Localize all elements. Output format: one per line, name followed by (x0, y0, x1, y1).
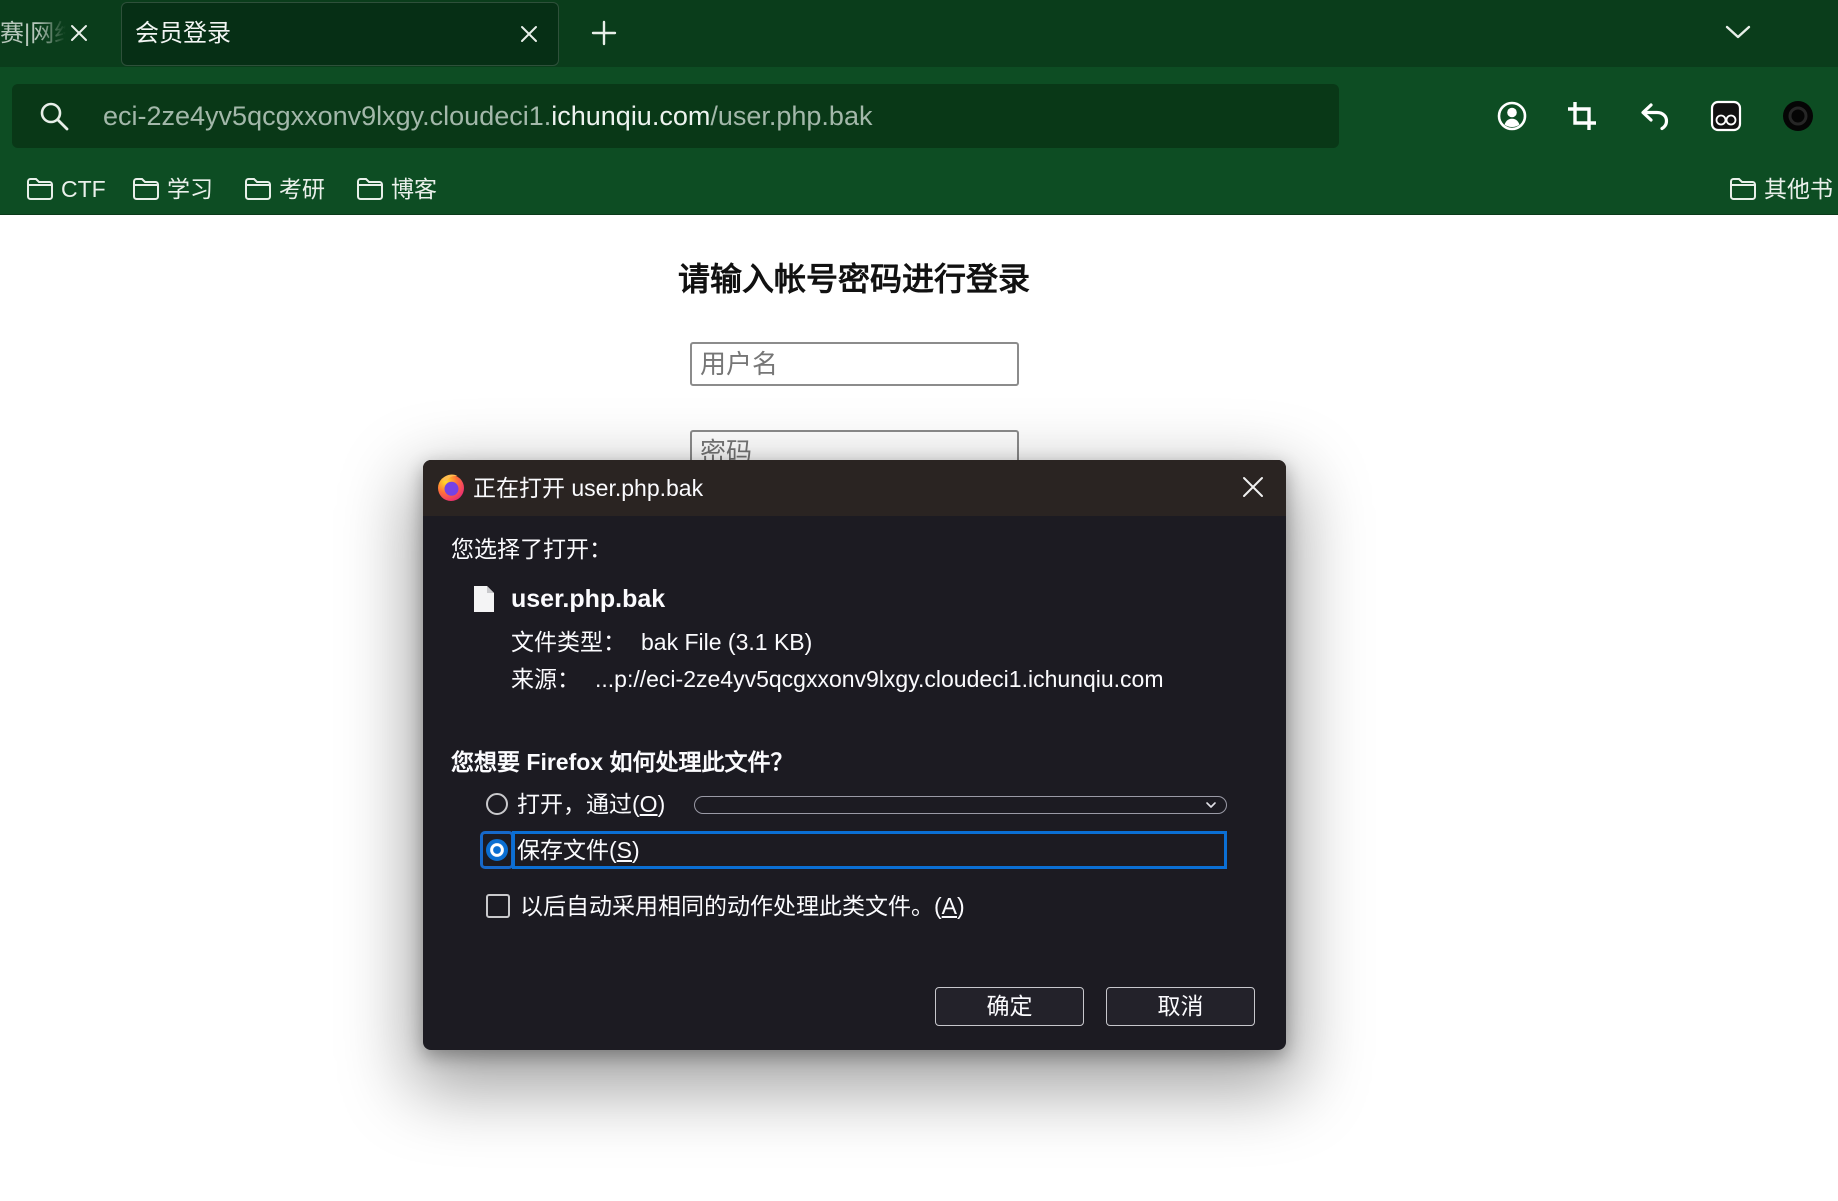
folder-icon (27, 178, 53, 200)
close-icon[interactable] (70, 24, 88, 42)
bookmark-label: 博客 (391, 176, 437, 202)
bookmarks-toolbar: CTF 学习 考研 博客 其他书 (0, 164, 1838, 215)
bookmark-folder-study[interactable]: 学习 (132, 174, 213, 204)
label-text: 以后自动采用相同的动作处理此类文件。( (520, 893, 942, 919)
dialog-intro: 您选择了打开： (451, 536, 612, 562)
dialog-question: 您想要 Firefox 如何处理此文件？ (451, 749, 794, 775)
tab-active[interactable]: 会员登录 (121, 2, 559, 66)
crop-icon[interactable] (1566, 100, 1598, 132)
tab-label: 赛|网络 (0, 20, 66, 47)
nav-toolbar: eci-2ze4yv5qcgxxonv9lxgy.cloudeci1.ichun… (0, 67, 1838, 164)
label-text: ) (657, 791, 666, 817)
open-with-app-select[interactable] (694, 796, 1227, 814)
bookmark-folder-exam[interactable]: 考研 (244, 174, 325, 204)
firefox-icon (436, 472, 466, 502)
tab-inactive[interactable]: 赛|网络 (0, 0, 108, 67)
search-icon (39, 101, 69, 131)
folder-icon (245, 178, 271, 200)
file-source-label: 来源： (511, 666, 580, 692)
list-all-tabs-button[interactable] (1725, 24, 1751, 40)
file-source-value: ...p://eci-2ze4yv5qcgxxonv9lxgy.cloudeci… (595, 666, 1164, 692)
chevron-down-icon (1725, 25, 1751, 39)
accesskey: O (639, 791, 658, 817)
radio-save-file[interactable] (486, 839, 508, 861)
bookmark-folder-blog[interactable]: 博客 (356, 174, 437, 204)
undo-icon[interactable] (1639, 100, 1671, 132)
save-file-label[interactable]: 保存文件(S) (517, 837, 640, 863)
accesskey: S (616, 837, 633, 863)
folder-icon (357, 178, 383, 200)
file-icon (472, 584, 496, 614)
bookmark-label: CTF (61, 176, 106, 202)
radio-open-with[interactable] (486, 793, 508, 815)
open-with-label[interactable]: 打开，通过(O) (517, 791, 665, 817)
bookmark-label: 其他书 (1764, 176, 1833, 202)
tab-label: 会员登录 (135, 20, 231, 47)
close-icon[interactable] (1242, 476, 1264, 498)
dialog-titlebar[interactable]: 正在打开 user.php.bak (423, 460, 1286, 516)
chevron-down-icon (1205, 801, 1217, 809)
file-type-value: bak File (3.1 KB) (641, 629, 813, 655)
cancel-button[interactable]: 取消 (1106, 987, 1255, 1026)
folder-icon (1730, 178, 1756, 200)
new-tab-button[interactable] (591, 20, 617, 46)
file-type-label: 文件类型： (511, 629, 626, 655)
url-domain: ichunqiu.com (551, 101, 711, 131)
bookmark-folder-ctf[interactable]: CTF (26, 174, 106, 204)
ok-button[interactable]: 确定 (935, 987, 1084, 1026)
browser-window: 赛|网络 会员登录 eci-2ze4yv5qcgxxonv9lxgy.cloud… (0, 0, 1838, 1201)
label-text: ) (632, 837, 640, 863)
url-bar[interactable]: eci-2ze4yv5qcgxxonv9lxgy.cloudeci1.ichun… (12, 84, 1339, 148)
url-subdomain: eci-2ze4yv5qcgxxonv9lxgy.cloudeci1. (103, 101, 552, 131)
other-bookmarks[interactable]: 其他书 (1729, 174, 1833, 204)
bookmark-label: 学习 (167, 176, 213, 202)
bookmark-label: 考研 (279, 176, 325, 202)
label-text: 打开，通过( (517, 791, 640, 817)
page-title: 请输入帐号密码进行登录 (677, 261, 1030, 297)
label-text: ) (957, 893, 965, 919)
record-icon[interactable] (1781, 99, 1815, 133)
extension-glasses-icon[interactable] (1710, 100, 1742, 132)
remember-choice-label[interactable]: 以后自动采用相同的动作处理此类文件。(A) (520, 893, 965, 919)
close-icon[interactable] (520, 25, 538, 43)
tab-strip: 赛|网络 会员登录 (0, 0, 1838, 67)
accesskey: A (941, 893, 958, 919)
label-text: 保存文件( (517, 837, 617, 863)
dialog-title: 正在打开 user.php.bak (473, 475, 704, 501)
folder-icon (133, 178, 159, 200)
url-path: /user.php.bak (710, 101, 873, 131)
url-text[interactable]: eci-2ze4yv5qcgxxonv9lxgy.cloudeci1.ichun… (103, 84, 872, 148)
file-name: user.php.bak (511, 585, 666, 613)
username-input[interactable] (690, 342, 1019, 386)
open-file-dialog: 正在打开 user.php.bak 您选择了打开： user.php.bak 文… (423, 460, 1286, 1050)
plus-icon (591, 20, 617, 46)
remember-choice-checkbox[interactable] (486, 894, 510, 918)
account-icon[interactable] (1496, 100, 1528, 132)
